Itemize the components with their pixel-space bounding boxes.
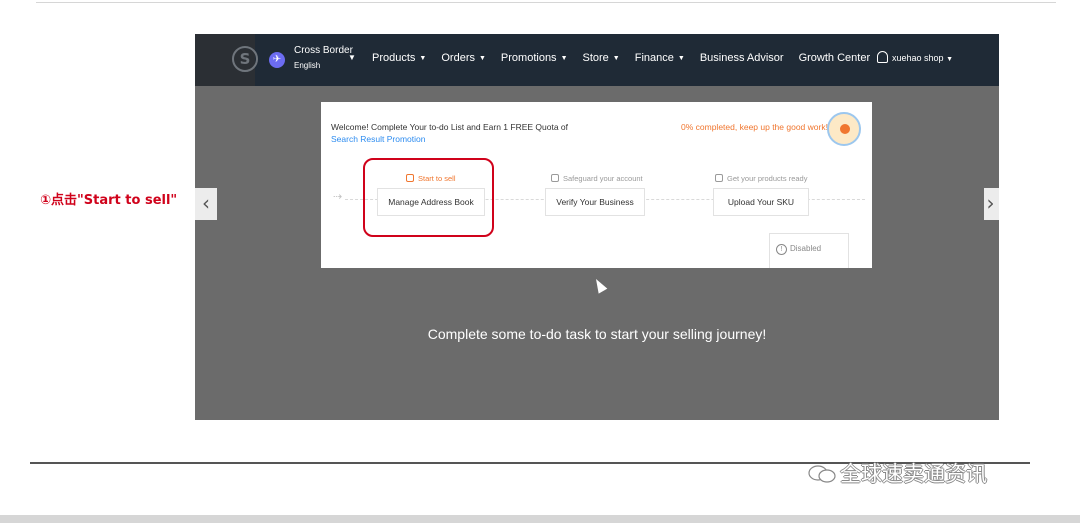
caret-down-icon: ▼ <box>677 55 685 62</box>
upload-sku-button[interactable]: Upload Your SKU <box>713 188 809 216</box>
carousel-next-button[interactable]: › <box>984 188 999 220</box>
user-menu[interactable]: xuehao shop ▼ <box>877 51 953 63</box>
caret-down-icon: ▼ <box>612 55 620 62</box>
step-label-safeguard-account: Safeguard your account <box>551 174 643 183</box>
step-label-text: Safeguard your account <box>563 174 643 183</box>
disabled-step: ! Disabled <box>769 233 849 268</box>
menu-item-label: Growth Center <box>798 52 871 64</box>
caret-down-icon: ▼ <box>478 55 486 62</box>
menu-item-label: Business Advisor <box>699 52 784 64</box>
main-menu: Products ▼ Orders ▼ Promotions ▼ Store ▼ Fin… <box>372 52 885 64</box>
menu-item-label: Products <box>372 52 416 64</box>
menu-item-growth-center[interactable]: Growth Center <box>799 52 871 64</box>
welcome-message: Welcome! Complete Your to-do List and Ea… <box>331 121 591 145</box>
logo-icon[interactable]: S <box>232 46 258 72</box>
footer-band <box>0 515 1080 523</box>
menu-item-label: Orders <box>441 52 475 64</box>
instruction-annotation: ①点击"Start to sell" <box>40 193 178 208</box>
carousel-prev-button[interactable]: ‹ <box>195 188 217 220</box>
progress-text: 0% completed, keep up the good work! <box>681 122 828 132</box>
top-navbar: S ✈ Cross Border English ▼ Products ▼ Ord… <box>195 34 999 86</box>
seller-center-screenshot: S ✈ Cross Border English ▼ Products ▼ Ord… <box>195 34 999 420</box>
menu-item-orders[interactable]: Orders ▼ <box>441 52 486 64</box>
route-start-icon: ⇢ <box>333 191 343 203</box>
menu-item-label: Finance <box>634 52 674 64</box>
top-divider <box>36 2 1056 3</box>
region-title[interactable]: Cross Border <box>294 45 353 56</box>
plane-icon: ✈ <box>269 52 285 68</box>
menu-item-label: Store <box>582 52 609 64</box>
highlight-circle <box>363 158 494 237</box>
menu-item-finance[interactable]: Finance ▼ <box>635 52 685 64</box>
caret-down-icon[interactable]: ▼ <box>348 53 356 62</box>
caret-down-icon: ▼ <box>946 56 953 63</box>
mascot-icon <box>827 112 861 146</box>
search-promotion-link[interactable]: Search Result Promotion <box>331 134 426 144</box>
menu-item-label: Promotions <box>500 52 557 64</box>
disabled-label: Disabled <box>790 244 822 253</box>
menu-item-products[interactable]: Products ▼ <box>372 52 426 64</box>
watermark: 全球速卖通资讯 <box>808 458 987 488</box>
cta-message: Complete some to-do task to start your s… <box>427 326 767 342</box>
caret-down-icon: ▼ <box>560 55 568 62</box>
region-language[interactable]: English <box>294 61 320 70</box>
menu-item-business-advisor[interactable]: Business Advisor <box>700 52 784 64</box>
step-label-text: Get your products ready <box>727 174 808 183</box>
menu-item-promotions[interactable]: Promotions ▼ <box>501 52 568 64</box>
welcome-text: Welcome! Complete Your to-do List and Ea… <box>331 122 569 132</box>
step-label-products-ready: Get your products ready <box>715 174 807 183</box>
wechat-icon <box>808 465 836 483</box>
box-icon <box>715 174 723 182</box>
user-name: xuehao shop <box>892 53 944 63</box>
shield-icon <box>551 174 559 182</box>
menu-item-store[interactable]: Store ▼ <box>583 52 620 64</box>
watermark-text: 全球速卖通资讯 <box>840 462 987 486</box>
user-icon <box>877 51 888 63</box>
mouse-cursor-icon <box>591 276 608 294</box>
verify-business-button[interactable]: Verify Your Business <box>545 188 645 216</box>
caret-down-icon: ▼ <box>419 55 427 62</box>
info-icon: ! <box>776 244 787 255</box>
